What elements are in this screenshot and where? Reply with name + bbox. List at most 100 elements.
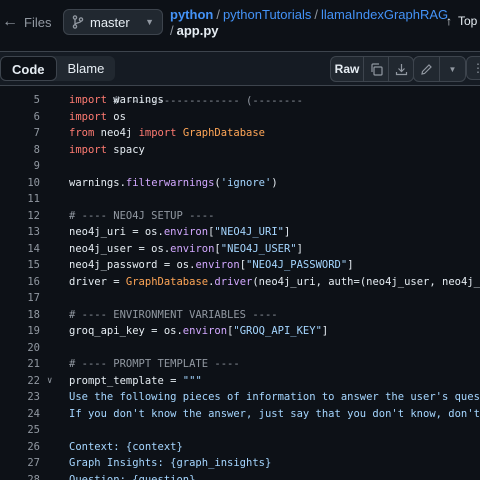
download-button[interactable] [389,57,413,81]
line-number[interactable]: 21 [0,356,40,372]
code-token: # ---- ENVIRONMENT VARIABLES ---- [69,308,278,321]
breadcrumb-subfolder[interactable]: llamaIndexGraphRAG [321,7,448,22]
file-header: ← Files master ▼ python / pythonTutorials /… [0,0,480,50]
line-number[interactable]: 13 [0,224,40,240]
code-token: driver [214,275,253,288]
code-token: environ [170,242,215,255]
git-branch-icon [72,15,84,29]
code-token: "NEO4J_PASSWORD" [246,259,348,271]
line-number[interactable]: 16 [0,274,40,290]
code-line: 23 Use the following pieces of informatio… [0,389,480,405]
tab-blame[interactable]: Blame [57,56,116,81]
branch-name: master [90,14,130,30]
line-number[interactable]: 11 [0,191,40,207]
code-token: # ---- PROMPT TEMPLATE ---- [69,358,240,370]
code-token: Use the following pieces of information … [69,391,480,403]
breadcrumb-filename: app.py [176,23,219,38]
code-line: 11 [0,191,480,207]
code-line: 13 neo4j_uri = os.environ["NEO4J_URI"] [0,224,480,240]
code-token: environ [195,259,240,271]
edit-actions: ▼ [413,56,466,82]
code-text: neo4j_uri = os.environ["NEO4J_URI"] [69,224,290,240]
more-options-button[interactable]: ⋮ [466,56,480,80]
code-text: import spacy [69,142,145,158]
top-button[interactable]: ↑ Top [446,14,477,28]
code-token: # ---- NEO4J SETUP ---- [69,209,215,222]
code-text: Context: {context} [69,439,183,455]
line-number[interactable]: 27 [0,455,40,471]
code-token: "NEO4J_USER" [220,242,297,255]
files-label: Files [24,14,52,30]
code-line: 25 [0,422,480,438]
pencil-icon [421,63,432,75]
code-token: neo4j [94,127,139,139]
edit-dropdown-button[interactable]: ▼ [440,57,465,81]
code-token: "GROQ_API_KEY" [233,325,322,337]
code-token: warnings [106,94,164,106]
code-token: os [106,110,126,123]
line-number[interactable]: 7 [0,125,40,141]
code-text: # ---- ENVIRONMENT VARIABLES ---- [69,307,278,323]
line-number[interactable]: 19 [0,323,40,339]
line-number[interactable]: 28 [0,472,40,480]
line-number[interactable]: 26 [0,439,40,455]
code-token: spacy [106,143,145,156]
breadcrumb-folder[interactable]: pythonTutorials [223,7,311,22]
code-token: import [69,110,107,123]
arrow-left-icon: ← [2,13,18,30]
line-number[interactable]: 18 [0,307,40,323]
code-token: """ [182,374,202,387]
code-token: GraphDatabase [125,275,209,288]
line-number[interactable]: 9 [0,158,40,174]
copy-button[interactable] [364,57,389,81]
line-number[interactable]: 25 [0,422,40,438]
code-line: 21 # ---- PROMPT TEMPLATE ---- [0,356,480,372]
line-number[interactable]: 5 [0,92,40,108]
line-number[interactable]: 14 [0,241,40,257]
code-line: 9 [0,158,480,174]
code-text: Question: {question} [69,472,195,480]
code-token: import [69,94,107,106]
code-token: ) [271,176,278,189]
code-line: 5 import warnings [0,92,480,108]
code-text: neo4j_password = os.environ["NEO4J_PASSW… [69,257,354,273]
tab-code[interactable]: Code [0,56,57,81]
line-number[interactable]: 10 [0,175,40,191]
edit-button[interactable] [414,57,440,81]
code-line: 27 Graph Insights: {graph_insights} [0,455,480,471]
branch-selector[interactable]: master ▼ [63,9,163,35]
download-icon [395,63,407,75]
caret-down-icon: ▼ [448,64,457,74]
code-token: ] [347,259,354,271]
line-number[interactable]: 22 [0,373,40,389]
code-token: driver = [69,275,126,288]
code-token: Graph Insights: {graph_insights} [69,457,272,469]
code-line: 6 import os [0,109,480,125]
line-number[interactable]: 17 [0,290,40,306]
code-line: 24 If you don't know the answer, just say… [0,406,480,422]
code-token: prompt_template = [69,374,183,387]
code-line: 17 [0,290,480,306]
files-toggle[interactable]: ← Files [2,10,51,34]
code-token: from [69,127,95,139]
line-number[interactable]: 8 [0,142,40,158]
code-line: 7 from neo4j import GraphDatabase [0,125,480,141]
line-number[interactable]: 12 [0,208,40,224]
line-number[interactable]: 23 [0,389,40,405]
code-token: import [138,127,177,139]
line-number[interactable]: 6 [0,109,40,125]
code-view: # ------------------ (-------- 5 import w… [0,85,480,480]
chevron-down-icon[interactable]: ∨ [47,373,52,389]
line-number[interactable]: 24 [0,406,40,422]
code-token: ] [321,325,329,337]
code-token: Question: {question} [69,473,196,480]
code-token: If you don't know the answer, just say t… [69,407,480,420]
breadcrumb-repo[interactable]: python [170,7,213,22]
code-text: # ---- PROMPT TEMPLATE ---- [69,356,240,372]
line-number[interactable]: 20 [0,340,40,356]
line-number[interactable]: 15 [0,257,40,273]
code-line: 22 ∨ prompt_template = """ [0,373,480,389]
raw-button[interactable]: Raw [331,57,364,81]
code-token: neo4j_user = os. [69,242,171,255]
code-text: groq_api_key = os.environ["GROQ_API_KEY"… [69,323,328,339]
